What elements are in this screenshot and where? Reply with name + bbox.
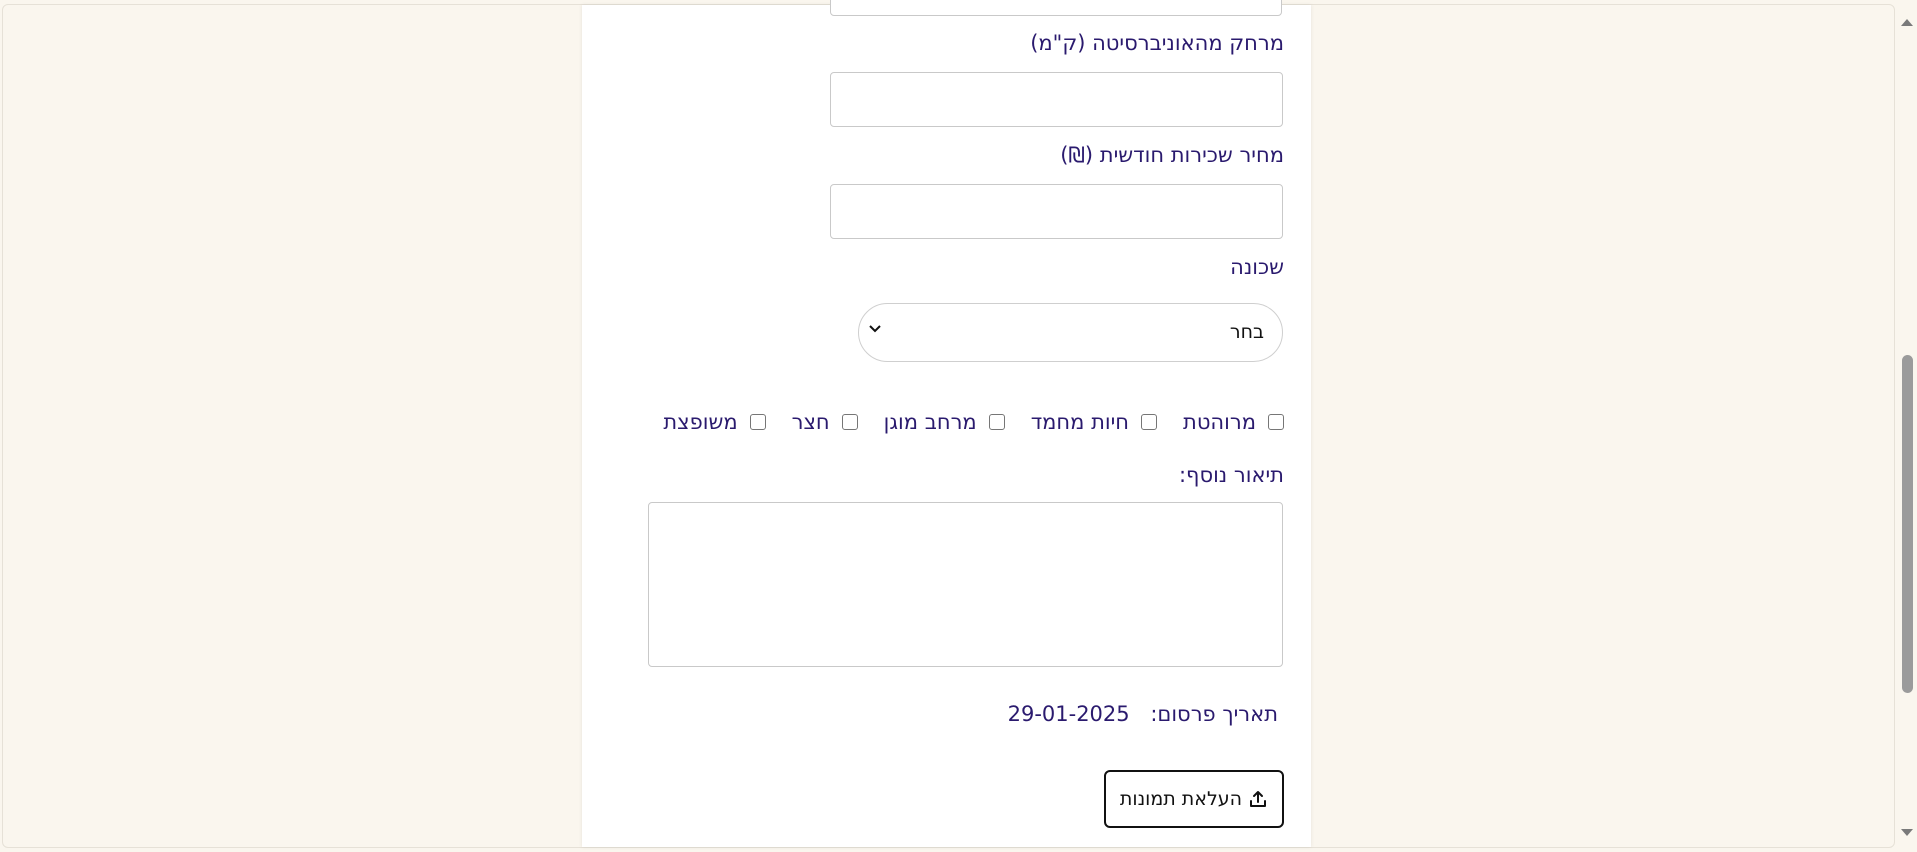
amenity-safe-room[interactable]: מרחב מוגן — [858, 410, 1005, 434]
rent-label: מחיר שכירות חודשית (₪) — [1060, 143, 1284, 167]
upload-button-label: העלאת תמונות — [1119, 788, 1243, 810]
amenity-checkbox[interactable] — [988, 414, 1005, 430]
amenity-checkbox[interactable] — [749, 414, 766, 430]
distance-input[interactable] — [830, 72, 1283, 127]
rent-input[interactable] — [830, 184, 1283, 239]
distance-label: מרחק מהאוניברסיטה (ק"מ) — [1030, 31, 1284, 55]
publish-date-label: תאריך פרסום: — [1150, 702, 1278, 726]
neighborhood-select[interactable]: בחר — [858, 303, 1283, 362]
amenity-checkbox[interactable] — [1141, 414, 1158, 430]
amenity-furnished[interactable]: מרוהטת — [1157, 410, 1284, 434]
amenity-label: מרחב מוגן — [883, 410, 977, 434]
amenity-pets[interactable]: חיות מחמד — [1005, 410, 1158, 434]
chevron-down-icon — [869, 325, 881, 333]
publish-date-row: תאריך פרסום: 29-01-2025 — [1008, 702, 1278, 726]
amenity-checkbox[interactable] — [1268, 414, 1284, 430]
scroll-up-arrow-icon[interactable] — [1900, 17, 1914, 27]
amenity-label: חצר — [791, 410, 830, 434]
amenity-renovated[interactable]: משופצת — [663, 410, 766, 434]
amenity-label: מרוהטת — [1183, 410, 1256, 434]
amenity-label: חיות מחמד — [1030, 410, 1130, 434]
description-textarea[interactable] — [648, 502, 1283, 667]
vertical-scrollbar[interactable] — [1895, 5, 1917, 845]
neighborhood-selected-value: בחר — [1229, 321, 1264, 343]
neighborhood-label: שכונה — [1230, 255, 1284, 279]
upload-icon — [1250, 791, 1267, 807]
upload-images-button[interactable]: העלאת תמונות — [1104, 770, 1284, 828]
amenity-label: משופצת — [663, 410, 738, 434]
amenity-checkbox[interactable] — [841, 414, 858, 430]
amenity-yard[interactable]: חצר — [766, 410, 858, 434]
scrollbar-thumb[interactable] — [1902, 355, 1913, 693]
publish-date-value: 29-01-2025 — [1007, 702, 1130, 726]
previous-field-input[interactable] — [830, 0, 1282, 16]
scroll-down-arrow-icon[interactable] — [1900, 828, 1914, 838]
description-label: תיאור נוסף: — [1178, 463, 1284, 487]
form-panel: מרחק מהאוניברסיטה (ק"מ) מחיר שכירות חודש… — [582, 0, 1311, 847]
amenities-row: מרוהטת חיות מחמד מרחב מוגן חצר משופצת — [663, 408, 1284, 436]
